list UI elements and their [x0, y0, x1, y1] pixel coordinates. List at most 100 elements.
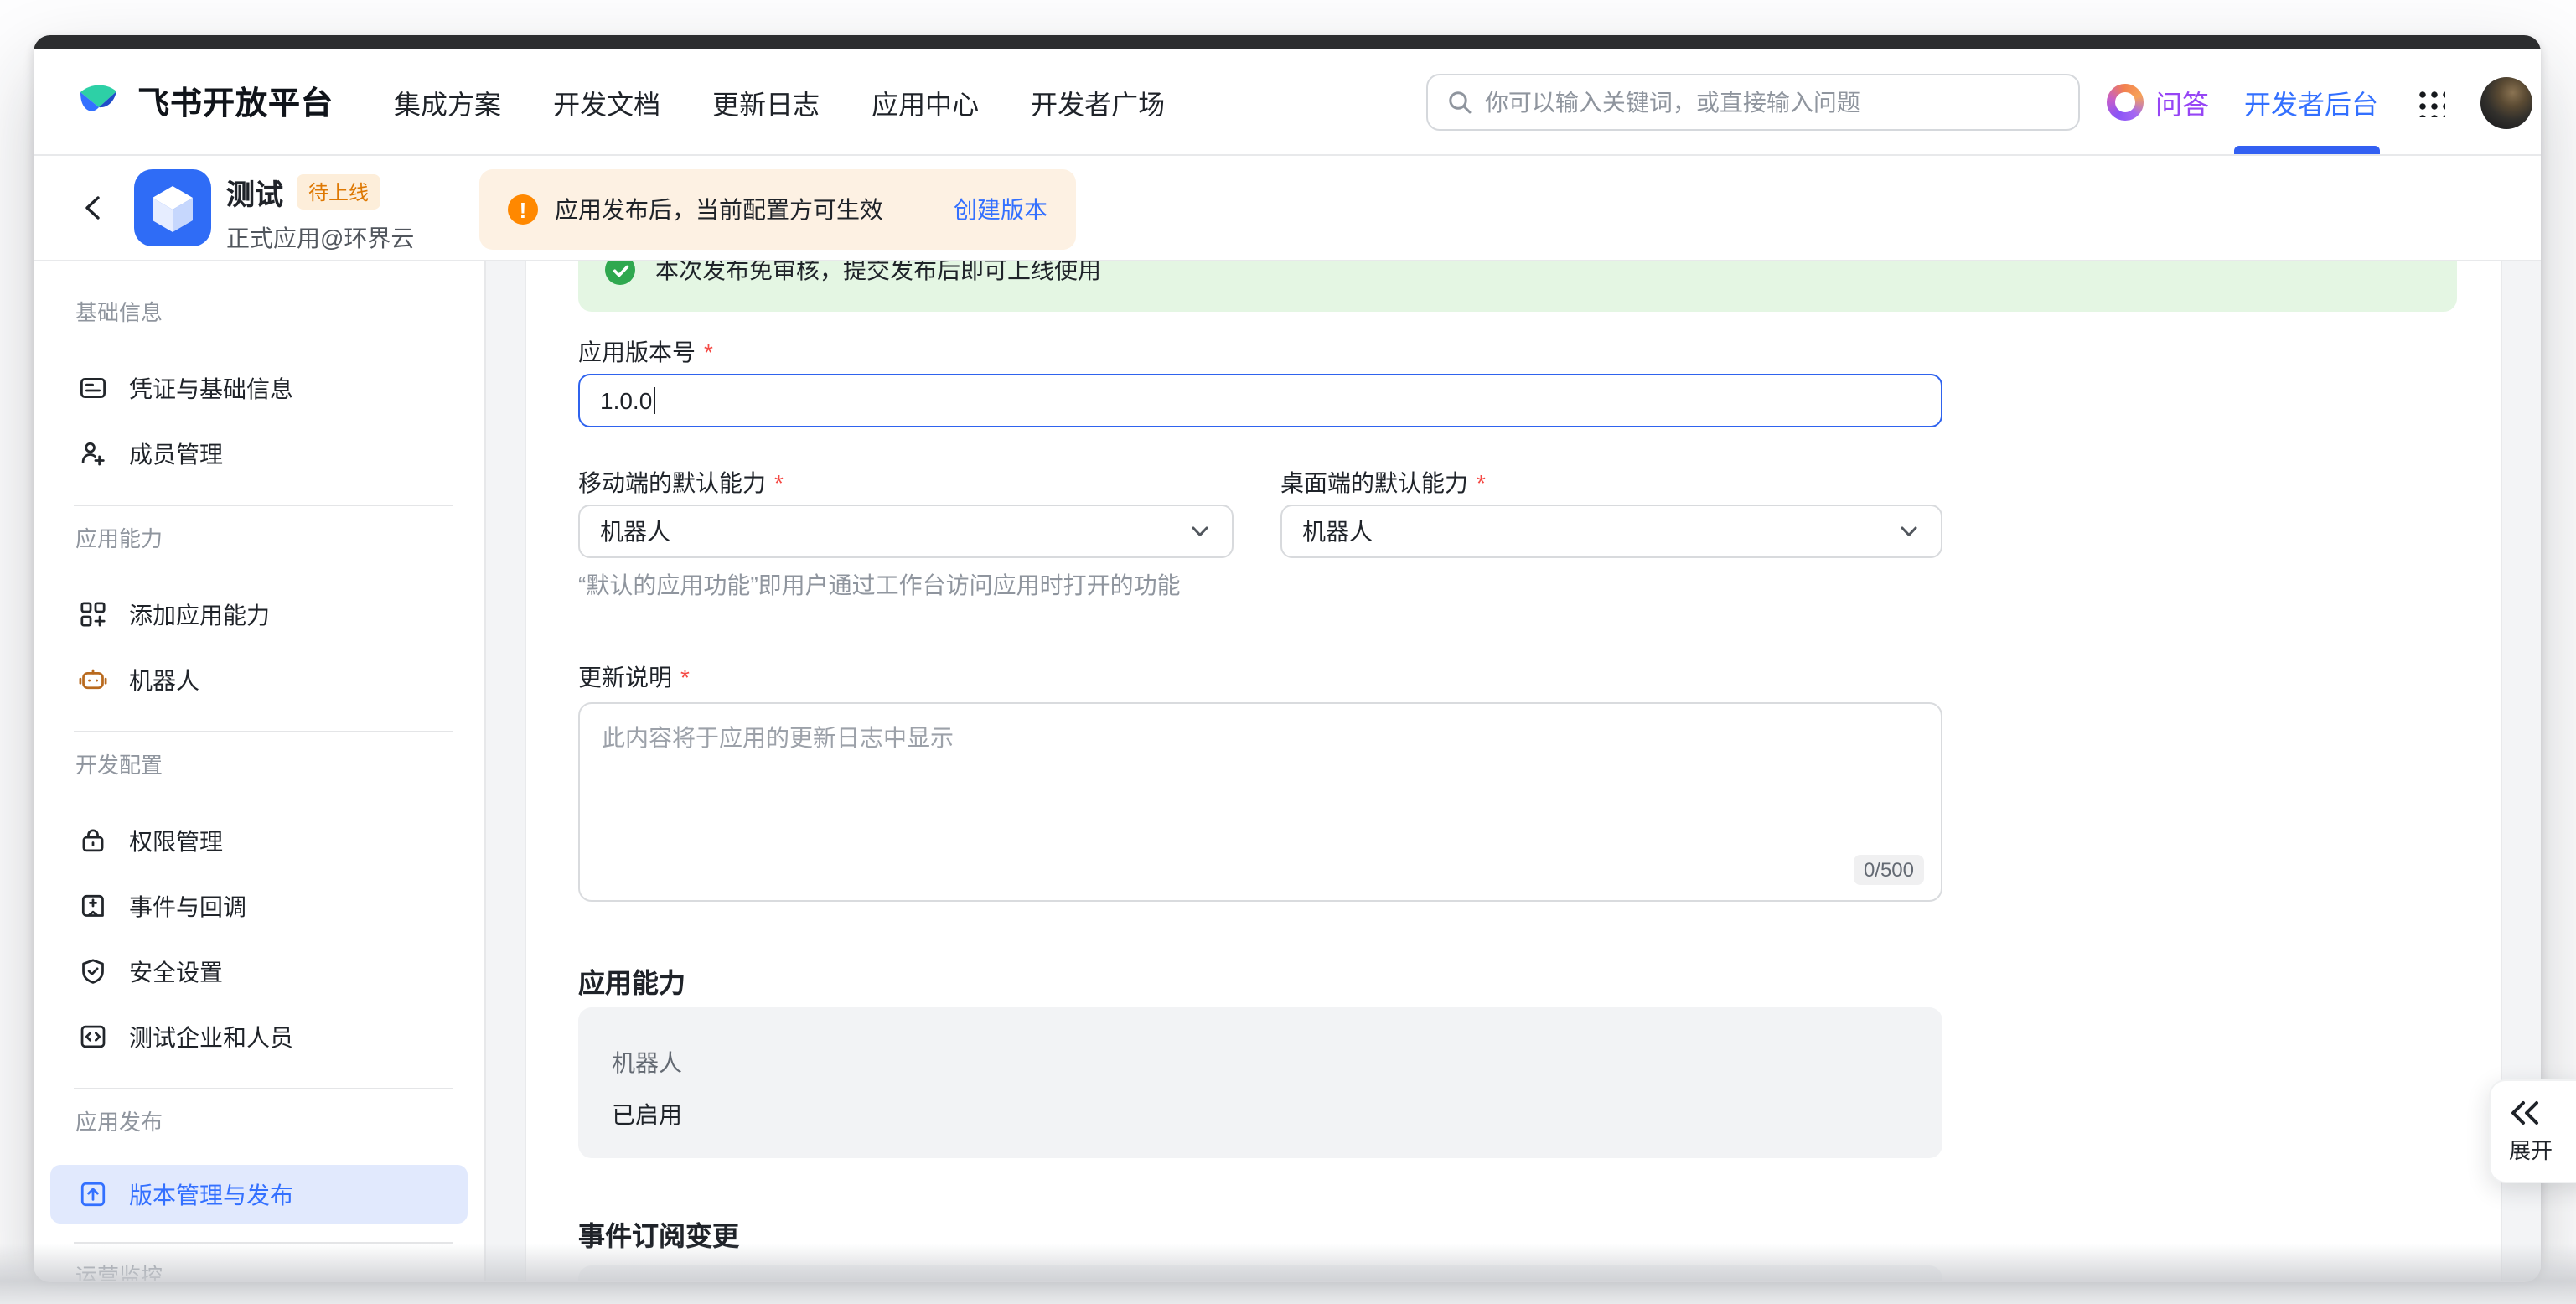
browser-window: 飞书开放平台 集成方案 开发文档 更新日志 应用中心 开发者广场: [34, 35, 2541, 1282]
sidebar-section-label: 应用能力: [75, 525, 484, 555]
user-avatar[interactable]: [2480, 76, 2532, 128]
app-cube-icon: [134, 169, 211, 246]
sidebar-item[interactable]: 权限管理: [34, 808, 484, 873]
shield-check-icon: [79, 957, 107, 986]
nav-item-dev-market[interactable]: 开发者广场: [1031, 81, 1165, 122]
nav-item-integration[interactable]: 集成方案: [394, 81, 501, 122]
app-capability-panel: 机器人 已启用: [578, 1007, 1942, 1158]
chevron-down-icon: [1188, 520, 1212, 543]
sidebar-divider: [74, 1088, 453, 1089]
brand[interactable]: 飞书开放平台: [75, 78, 334, 125]
text-caret: [654, 387, 655, 414]
chevron-down-icon: [1897, 520, 1921, 543]
sidebar-divider: [74, 1242, 453, 1244]
body-row: 基础信息凭证与基础信息成员管理应用能力添加应用能力机器人开发配置权限管理事件与回…: [34, 261, 2541, 1281]
brand-name: 飞书开放平台: [137, 79, 334, 124]
sidebar-section-label: 应用发布: [75, 1108, 484, 1138]
sidebar-item-label: 事件与回调: [129, 889, 246, 923]
mobile-capability-select[interactable]: 机器人: [578, 505, 1234, 558]
success-banner: 本次发布免审核，提交发布后即可上线使用: [578, 261, 2457, 312]
sidebar-item-label: 成员管理: [129, 437, 223, 470]
left-collapsed-rail: [486, 261, 526, 1281]
sidebar-item[interactable]: 凭证与基础信息: [34, 355, 484, 421]
sidebar-item-label: 添加应用能力: [129, 598, 270, 631]
expand-label: 展开: [2509, 1132, 2553, 1164]
qa-link[interactable]: 问答: [2155, 82, 2209, 122]
main-content: 本次发布免审核，提交发布后即可上线使用 应用版本号* 1.0.0 移动端的默认能…: [526, 261, 2501, 1281]
sidebar-item[interactable]: 成员管理: [34, 421, 484, 486]
sidebar-item[interactable]: 事件与回调: [34, 873, 484, 939]
event-callback-icon: [79, 892, 107, 920]
search-input[interactable]: [1485, 89, 2060, 116]
screenshot-stage: 飞书开放平台 集成方案 开发文档 更新日志 应用中心 开发者广场: [0, 0, 2576, 1304]
char-counter: 0/500: [1854, 855, 1924, 885]
apps-grid-icon[interactable]: [2415, 87, 2445, 117]
capability-hint: “默认的应用功能”即用户通过工作台访问应用时打开的功能: [578, 568, 1181, 602]
sidebar-section-label: 基础信息: [75, 298, 484, 329]
event-subscription-heading: 事件订阅变更: [578, 1213, 739, 1254]
navbar-right-cluster: 问答 开发者后台: [1426, 49, 2532, 156]
app-title-block: 测试 待上线 正式应用@环界云: [226, 171, 414, 255]
sidebar-item[interactable]: 添加应用能力: [34, 582, 484, 647]
feishu-logo-icon: [75, 78, 122, 125]
qa-gradient-ring-icon[interactable]: [2107, 84, 2144, 121]
success-banner-text: 本次发布免审核，提交发布后即可上线使用: [655, 261, 1101, 287]
sidebar-divider: [74, 731, 453, 732]
member-add-icon: [79, 439, 107, 468]
sidebar-item[interactable]: 测试企业和人员: [34, 1004, 484, 1069]
sidebar-item[interactable]: 机器人: [34, 647, 484, 712]
top-navbar: 飞书开放平台 集成方案 开发文档 更新日志 应用中心 开发者广场: [34, 49, 2541, 156]
sidebar-section-label: 运营监控: [75, 1262, 484, 1281]
primary-nav: 集成方案 开发文档 更新日志 应用中心 开发者广场: [394, 81, 1217, 122]
update-notes-field: 0/500: [578, 702, 1942, 902]
code-icon: [79, 1022, 107, 1051]
id-card-icon: [79, 374, 107, 402]
search-icon: [1446, 89, 1473, 116]
version-label: 应用版本号*: [578, 335, 713, 369]
sidebar-item-label: 版本管理与发布: [129, 1177, 293, 1211]
double-chevron-left-icon: [2509, 1099, 2541, 1125]
developer-console-link[interactable]: 开发者后台: [2244, 82, 2378, 122]
app-capability-heading: 应用能力: [578, 960, 685, 1001]
global-search[interactable]: [1426, 74, 2080, 131]
version-input[interactable]: 1.0.0: [578, 374, 1942, 427]
warning-icon: !: [508, 194, 538, 225]
capability-name: 机器人: [612, 1046, 682, 1079]
nav-item-docs[interactable]: 开发文档: [553, 81, 660, 122]
desktop-capability-select[interactable]: 机器人: [1280, 505, 1942, 558]
robot-icon: [79, 665, 107, 694]
desktop-capability-label: 桌面端的默认能力*: [1280, 466, 1486, 499]
sidebar-item-label: 机器人: [129, 663, 199, 696]
publish-icon: [79, 1180, 107, 1208]
mobile-capability-label: 移动端的默认能力*: [578, 466, 784, 499]
window-titlebar: [34, 35, 2541, 49]
sidebar-item-label: 凭证与基础信息: [129, 371, 293, 405]
lock-icon: [79, 826, 107, 855]
update-notes-label: 更新说明*: [578, 660, 690, 694]
app-name: 测试: [226, 171, 283, 213]
sidebar-item[interactable]: 安全设置: [34, 939, 484, 1004]
event-subscription-panel: [578, 1265, 1942, 1281]
capability-status: 已启用: [612, 1098, 682, 1131]
expand-panel-button[interactable]: 展开: [2489, 1079, 2576, 1183]
nav-item-changelog[interactable]: 更新日志: [712, 81, 820, 122]
back-icon[interactable]: [79, 191, 112, 225]
create-version-link[interactable]: 创建版本: [954, 193, 1047, 226]
app-header: 测试 待上线 正式应用@环界云 ! 应用发布后，当前配置方可生效 创建版本: [34, 156, 2541, 261]
nav-item-app-center[interactable]: 应用中心: [872, 81, 979, 122]
sidebar: 基础信息凭证与基础信息成员管理应用能力添加应用能力机器人开发配置权限管理事件与回…: [34, 261, 486, 1281]
status-badge: 待上线: [297, 174, 380, 210]
sidebar-item[interactable]: 版本管理与发布: [50, 1165, 468, 1224]
update-notes-textarea[interactable]: [580, 704, 1941, 900]
sidebar-item-label: 测试企业和人员: [129, 1020, 293, 1053]
app-subtitle: 正式应用@环界云: [226, 221, 414, 255]
sidebar-item-label: 权限管理: [129, 824, 223, 857]
sidebar-divider: [74, 505, 453, 506]
active-tab-indicator: [2234, 146, 2380, 154]
sidebar-item-label: 安全设置: [129, 955, 223, 988]
success-check-icon: [605, 261, 635, 285]
publish-warning-banner: ! 应用发布后，当前配置方可生效 创建版本: [479, 169, 1076, 250]
warning-text: 应用发布后，当前配置方可生效: [555, 193, 883, 226]
grid-add-icon: [79, 600, 107, 629]
sidebar-section-label: 开发配置: [75, 751, 484, 781]
